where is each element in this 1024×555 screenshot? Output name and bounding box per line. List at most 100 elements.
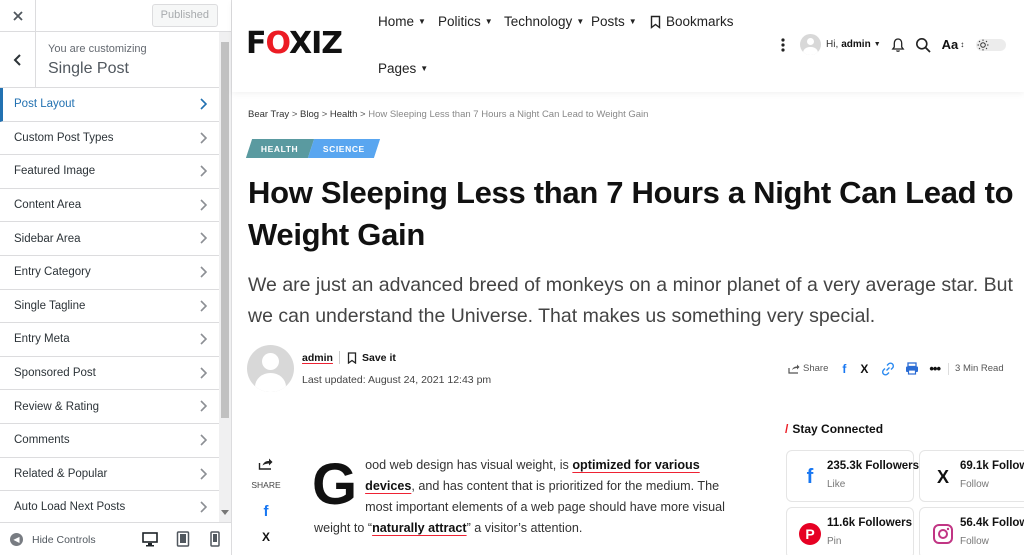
share-icon	[788, 364, 800, 374]
follower-count: 11.6k Followers	[827, 517, 913, 529]
chevron-right-icon	[199, 199, 208, 214]
customizer-header: Published	[0, 0, 231, 32]
instagram-card[interactable]: 56.4k Followers Follow	[919, 507, 1024, 555]
save-button[interactable]: Save it	[347, 352, 396, 364]
chevron-down-icon: ▼	[576, 17, 585, 26]
bookmark-icon	[347, 352, 357, 364]
menu-item-custom-post-types[interactable]: Custom Post Types	[0, 121, 219, 156]
breadcrumb-link-category[interactable]: Health	[330, 109, 357, 120]
menu-item-label: Entry Category	[14, 266, 91, 279]
share-icon[interactable]	[258, 456, 274, 470]
nav-home[interactable]: Home ▼	[378, 14, 426, 29]
bell-icon[interactable]	[891, 37, 905, 53]
follower-count: 69.1k Followers	[960, 460, 1024, 472]
publish-button[interactable]: Published	[151, 4, 218, 27]
chevron-right-icon	[199, 98, 208, 113]
nav-politics[interactable]: Politics ▼	[438, 14, 493, 29]
tag-science[interactable]: SCIENCE	[307, 139, 381, 158]
link-icon[interactable]	[881, 361, 895, 376]
menu-item-single-tagline[interactable]: Single Tagline	[0, 289, 219, 324]
facebook-card[interactable]: f 235.3k Followers Like	[786, 450, 919, 502]
nav-label: Bookmarks	[666, 14, 734, 29]
customizer-menu: Post Layout Custom Post Types Featured I…	[0, 88, 219, 525]
x-icon: X	[936, 466, 949, 487]
menu-item-label: Sidebar Area	[14, 232, 81, 245]
menu-item-auto-load-next-posts[interactable]: Auto Load Next Posts	[0, 491, 219, 525]
sidebar-scrollbar[interactable]	[219, 32, 231, 522]
breadcrumb-separator: >	[360, 109, 366, 120]
menu-item-sidebar-area[interactable]: Sidebar Area	[0, 222, 219, 256]
follow-action: Follow	[960, 479, 989, 490]
scroll-down-arrow-icon[interactable]	[221, 510, 229, 516]
menu-item-featured-image[interactable]: Featured Image	[0, 155, 219, 189]
chevron-right-icon	[199, 333, 208, 348]
chevron-down-icon: ▼	[420, 64, 429, 73]
pinterest-card[interactable]: P 11.6k Followers Pin	[786, 507, 914, 555]
search-icon[interactable]	[915, 37, 931, 53]
sticky-share-column: SHARE f X	[248, 456, 284, 544]
nav-bookmarks[interactable]: Bookmarks	[650, 14, 734, 29]
close-customizer-button[interactable]	[0, 0, 36, 32]
follow-action: Pin	[827, 536, 842, 547]
follow-action: Like	[827, 479, 846, 490]
chevron-right-icon	[199, 299, 208, 315]
chevron-right-icon	[199, 165, 208, 180]
menu-item-content-area[interactable]: Content Area	[0, 188, 219, 223]
breadcrumb-link-home[interactable]: Bear Tray	[248, 109, 289, 120]
arrow-left-circle-icon: ◀	[10, 533, 23, 546]
chevron-right-icon	[199, 434, 208, 449]
header-actions: Hi, admin ▼ Aa ↕	[780, 34, 1007, 55]
share-bar: Share f X ••• 3 Min Read	[788, 361, 1004, 376]
mobile-preview-icon[interactable]	[207, 531, 223, 547]
menu-item-label: Entry Meta	[14, 333, 70, 346]
customizing-label: You are customizing	[48, 43, 147, 55]
facebook-share-icon[interactable]: f	[842, 362, 846, 376]
menu-item-post-layout[interactable]: Post Layout	[0, 88, 219, 122]
menu-item-sponsored-post[interactable]: Sponsored Post	[0, 356, 219, 391]
menu-item-review-rating[interactable]: Review & Rating	[0, 390, 219, 424]
tag-label: SCIENCE	[323, 143, 365, 154]
inline-link-naturally-attract[interactable]: naturally attract	[372, 521, 466, 535]
site-logo[interactable]: FOXIZ	[246, 26, 343, 61]
nav-label: Pages	[378, 61, 417, 76]
chevron-right-icon	[199, 501, 208, 516]
tablet-preview-icon[interactable]	[175, 531, 191, 547]
x-card[interactable]: X 69.1k Followers Follow	[919, 450, 1024, 502]
desktop-preview-icon[interactable]	[142, 531, 158, 547]
hide-controls-label: Hide Controls	[32, 533, 96, 546]
facebook-share-icon[interactable]: f	[248, 503, 284, 520]
nav-pages[interactable]: Pages ▼	[378, 61, 428, 76]
menu-item-entry-category[interactable]: Entry Category	[0, 255, 219, 290]
author-name[interactable]: admin	[302, 352, 333, 364]
chevron-right-icon	[199, 367, 208, 382]
menu-item-entry-meta[interactable]: Entry Meta	[0, 323, 219, 357]
x-share-icon[interactable]: X	[248, 530, 284, 544]
chevron-right-icon	[199, 232, 208, 247]
tag-health[interactable]: HEALTH	[245, 139, 315, 158]
dark-mode-toggle[interactable]	[976, 38, 1007, 51]
menu-item-related-popular[interactable]: Related & Popular	[0, 457, 219, 492]
chevron-right-icon	[199, 400, 208, 415]
menu-item-label: Related & Popular	[14, 467, 108, 480]
back-button[interactable]	[0, 32, 36, 87]
menu-item-label: Custom Post Types	[14, 131, 114, 144]
breadcrumb-link-blog[interactable]: Blog	[300, 109, 319, 120]
logo-text-xiz: XIZ	[288, 26, 343, 61]
more-horizontal-icon[interactable]: •••	[929, 361, 941, 376]
author-avatar[interactable]	[247, 345, 294, 392]
nav-posts[interactable]: Posts ▼	[591, 14, 637, 29]
font-size-toggle[interactable]: Aa	[942, 37, 959, 52]
print-icon[interactable]	[905, 362, 919, 375]
menu-item-label: Featured Image	[14, 165, 96, 178]
read-time: 3 Min Read	[955, 363, 1004, 374]
more-vertical-icon[interactable]	[780, 37, 786, 53]
menu-item-comments[interactable]: Comments	[0, 423, 219, 458]
user-name[interactable]: admin	[841, 39, 870, 50]
hide-controls-button[interactable]: ◀ Hide Controls	[10, 533, 96, 546]
scrollbar-thumb[interactable]	[221, 42, 229, 418]
chevron-right-icon	[199, 266, 208, 281]
x-share-icon[interactable]: X	[860, 362, 868, 376]
breadcrumb: Bear Tray > Blog > Health > How Sleeping…	[248, 109, 648, 120]
nav-technology[interactable]: Technology ▼	[504, 14, 584, 29]
user-avatar[interactable]	[800, 34, 821, 55]
